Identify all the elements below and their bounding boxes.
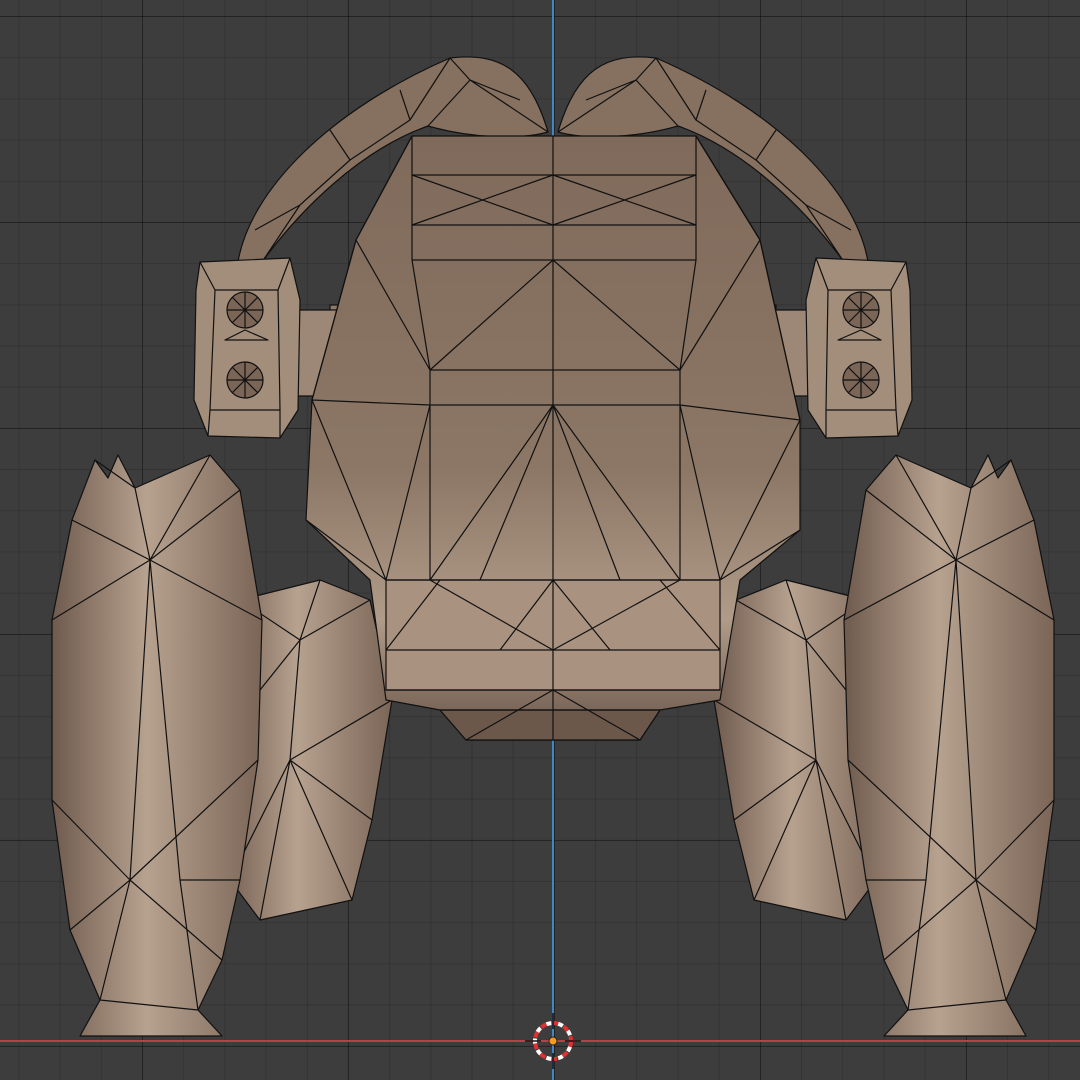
- left-outer-leg[interactable]: [51, 454, 263, 1037]
- viewport-canvas[interactable]: [0, 0, 1080, 1080]
- main-body[interactable]: [305, 135, 801, 741]
- object-origin-icon: [548, 1036, 558, 1046]
- 3d-viewport[interactable]: [0, 0, 1080, 1080]
- right-outer-leg[interactable]: [843, 454, 1055, 1037]
